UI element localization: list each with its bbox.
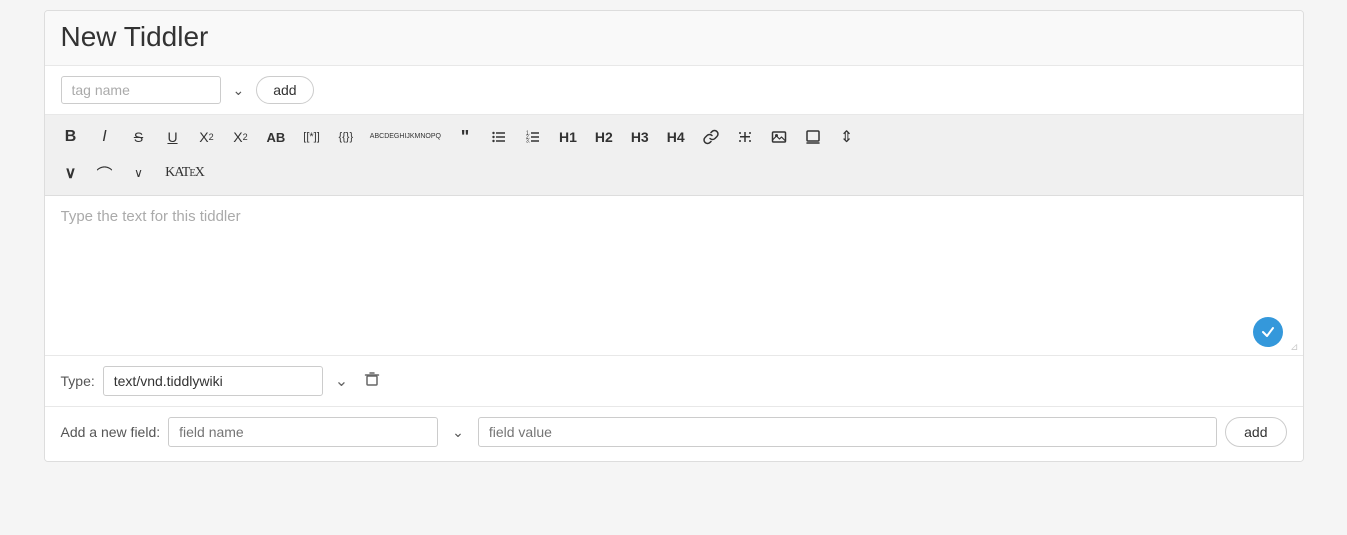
type-input[interactable] [103,366,323,396]
image-button[interactable] [763,121,795,153]
abcde-button[interactable]: ABCDE GHIJK MNOPQ [364,121,447,153]
type-dropdown-button[interactable]: ⌄ [331,367,352,395]
svg-text:3.: 3. [526,139,530,145]
uppercase-button[interactable]: AB [259,121,294,153]
tiddler-editor: New Tiddler ⌄ add B I S U X2 X2 AB [[*]]… [44,10,1304,462]
tag-name-input[interactable] [61,76,221,104]
quote-button[interactable]: " [449,121,481,153]
stamp-button[interactable] [797,121,829,153]
chevron-small-button[interactable]: ∨ [123,157,155,189]
link-button[interactable] [695,121,727,153]
type-label: Type: [61,373,95,389]
numbered-list-button[interactable]: 1.2.3. [517,121,549,153]
resize-handle: ⊿ [1290,342,1298,353]
h4-button[interactable]: H4 [659,121,693,153]
bold-button[interactable]: B [55,121,87,153]
field-value-input[interactable] [478,417,1217,447]
subscript-button[interactable]: X2 [225,121,257,153]
macro-button[interactable]: {{}} [330,121,362,153]
italic-button[interactable]: I [89,121,121,153]
tags-section: ⌄ add [45,66,1303,115]
toolbar-section: B I S U X2 X2 AB [[*]] {{}} ABCDE GHIJK … [45,115,1303,196]
editor-area: ⊿ [45,196,1303,356]
field-dropdown-button[interactable]: ⌄ [446,420,470,445]
tiddler-title: New Tiddler [61,21,1287,53]
editor-textarea[interactable] [61,208,1287,338]
strikethrough-button[interactable]: S [123,121,155,153]
field-add-button[interactable]: add [1225,417,1286,447]
toolbar-row-2: ∨ ⌒ ∨ KATEX [55,157,1293,189]
chevron-down-button[interactable]: ∨ [55,157,87,189]
bullet-list-button[interactable] [483,121,515,153]
field-name-input[interactable] [168,417,438,447]
toolbar-row-1: B I S U X2 X2 AB [[*]] {{}} ABCDE GHIJK … [55,121,1293,153]
type-section: Type: ⌄ [45,356,1303,407]
katex-button[interactable]: KATEX [157,157,213,189]
tag-add-button[interactable]: add [256,76,313,104]
h1-button[interactable]: H1 [551,121,585,153]
underline-button[interactable]: U [157,121,189,153]
more-button[interactable]: ⇕ [831,121,863,153]
h3-button[interactable]: H3 [623,121,657,153]
widget-button[interactable] [729,121,761,153]
bracket-link-button[interactable]: [[*]] [295,121,328,153]
tag-dropdown-button[interactable]: ⌄ [227,78,251,103]
fields-label: Add a new field: [61,424,161,440]
h2-button[interactable]: H2 [587,121,621,153]
fields-section: Add a new field: ⌄ add [45,407,1303,461]
confirm-button[interactable] [1253,317,1283,347]
superscript-button[interactable]: X2 [191,121,223,153]
type-delete-button[interactable] [360,367,384,396]
title-section: New Tiddler [45,11,1303,66]
tilde-button[interactable]: ⌒ [89,157,121,189]
